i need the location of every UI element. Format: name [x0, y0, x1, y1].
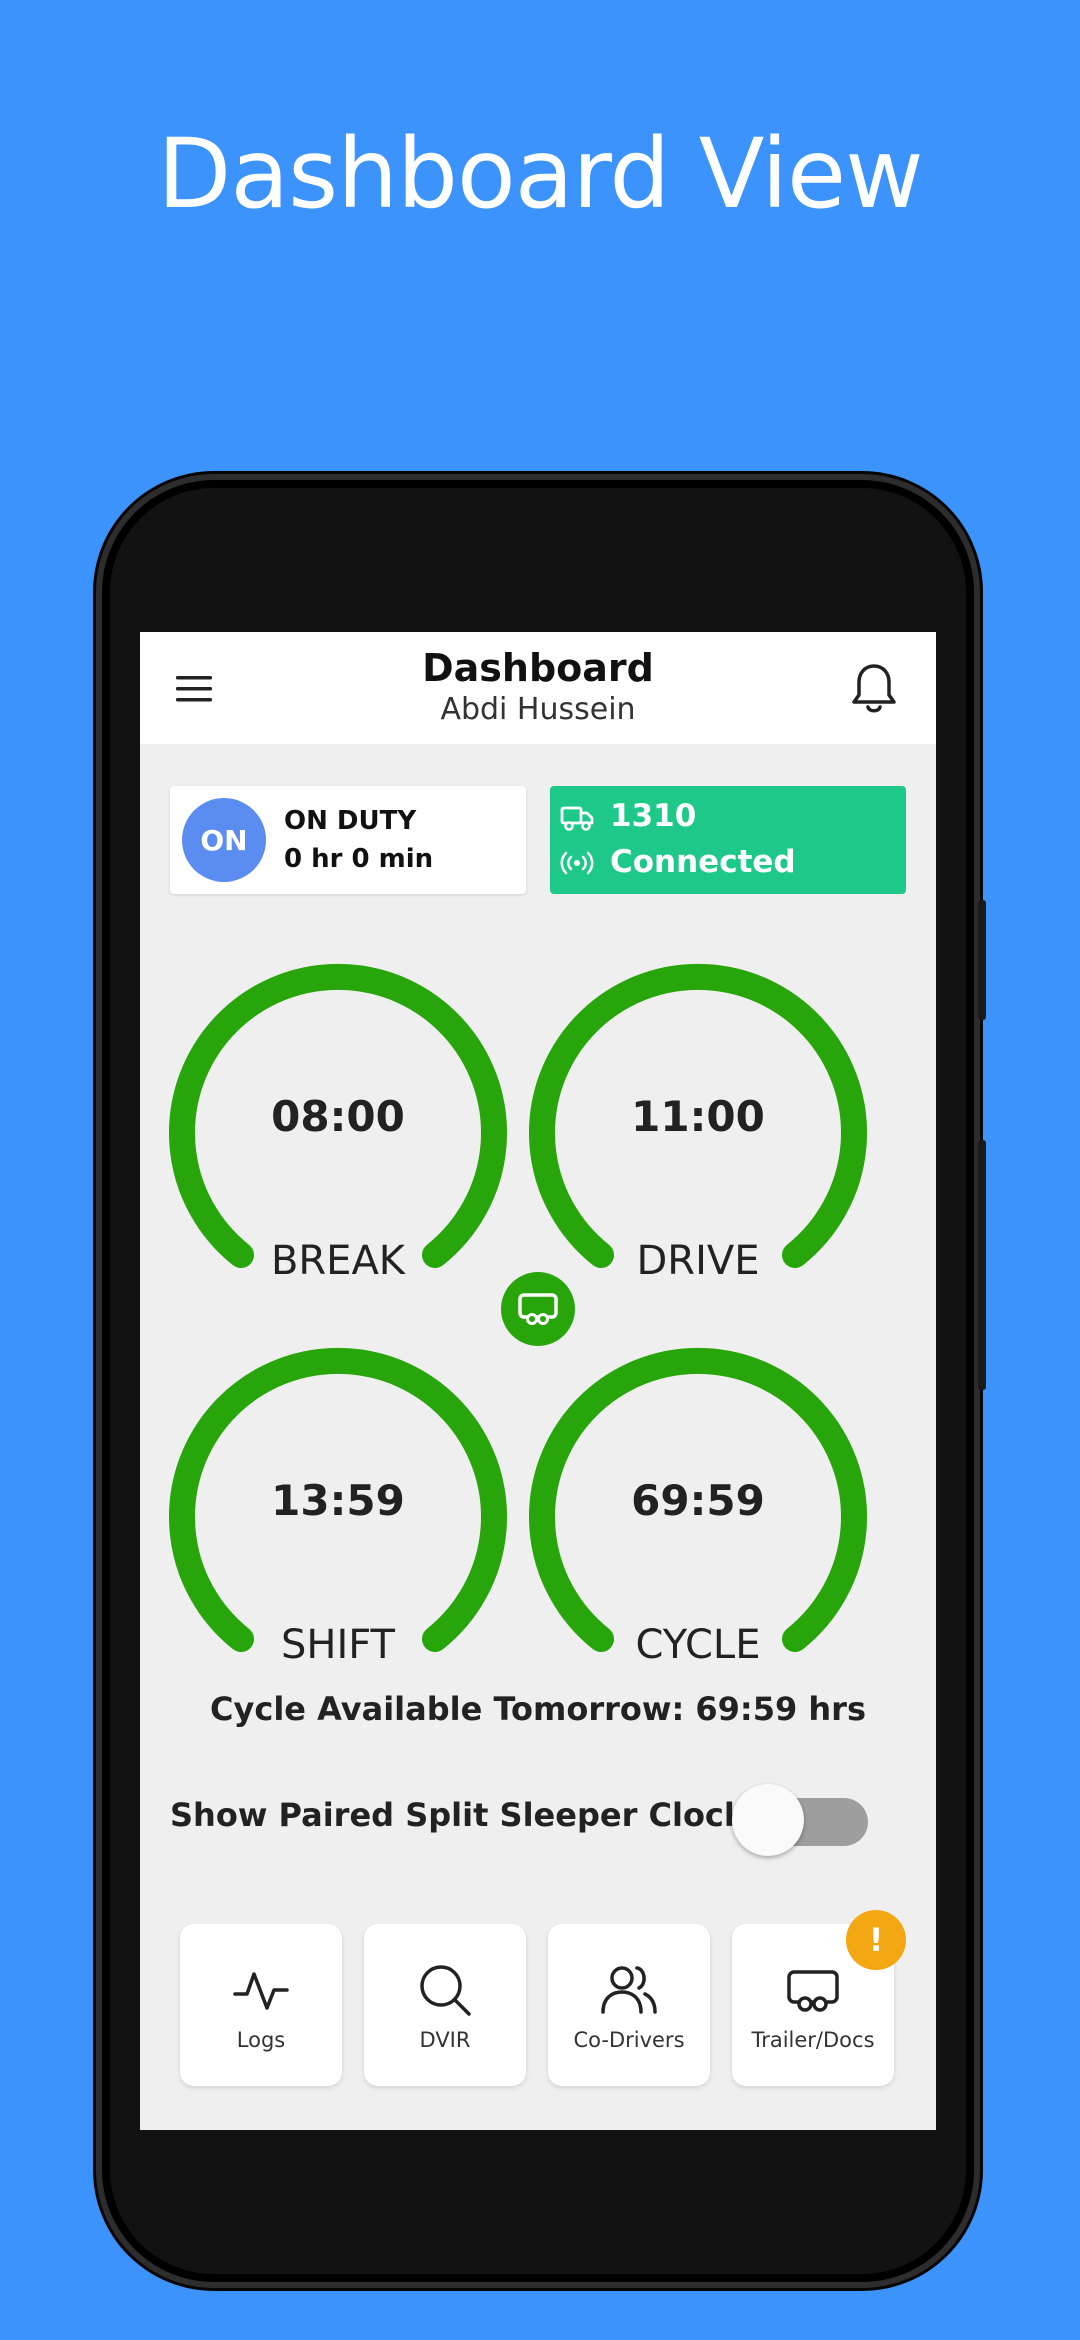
shift-gauge[interactable]: 13:59 SHIFT — [168, 1336, 508, 1676]
page-headline: Dashboard View — [157, 118, 923, 230]
duty-status-card[interactable]: ON ON DUTY 0 hr 0 min — [170, 786, 526, 894]
cycle-gauge-label: CYCLE — [635, 1622, 761, 1668]
drive-gauge-value: 11:00 — [631, 1092, 765, 1141]
nav-trailer-docs-label: Trailer/Docs — [751, 2028, 875, 2052]
nav-dvir-button[interactable]: DVIR — [364, 1924, 526, 2086]
break-gauge-label: BREAK — [270, 1238, 406, 1284]
signal-broadcast-icon — [560, 851, 594, 875]
nav-co-drivers-label: Co-Drivers — [573, 2028, 685, 2052]
cycle-gauge-value: 69:59 — [631, 1476, 765, 1525]
phone-volume-button — [978, 900, 986, 1020]
break-gauge[interactable]: 08:00 BREAK — [168, 952, 508, 1292]
truck-icon — [560, 806, 594, 831]
nav-dvir-label: DVIR — [419, 2028, 471, 2052]
search-icon — [420, 1965, 471, 2016]
cycle-gauge[interactable]: 69:59 CYCLE — [528, 1336, 868, 1676]
shift-gauge-value: 13:59 — [271, 1476, 405, 1525]
connection-status: Connected — [610, 844, 796, 880]
break-gauge-value: 08:00 — [271, 1092, 405, 1141]
drive-gauge[interactable]: 11:00 DRIVE — [528, 952, 868, 1292]
split-sleeper-label: Show Paired Split Sleeper Clocks — [170, 1796, 765, 1834]
app-screen: Dashboard Abdi Hussein ON ON DUTY 0 hr 0… — [140, 632, 936, 2130]
app-bar: Dashboard Abdi Hussein — [140, 632, 936, 744]
duty-time: 0 hr 0 min — [284, 844, 434, 874]
split-sleeper-toggle-knob[interactable] — [732, 1784, 804, 1856]
users-icon — [601, 1966, 657, 2014]
driver-name: Abdi Hussein — [440, 692, 636, 727]
bell-icon[interactable] — [850, 662, 898, 716]
truck-number: 1310 — [610, 798, 697, 834]
nav-co-drivers-button[interactable]: Co-Drivers — [548, 1924, 710, 2086]
duty-badge: ON — [182, 798, 266, 882]
connection-card[interactable]: 1310 Connected — [550, 786, 906, 894]
nav-logs-button[interactable]: Logs — [180, 1924, 342, 2086]
screen-title: Dashboard — [422, 646, 654, 690]
cycle-available-tomorrow: Cycle Available Tomorrow: 69:59 hrs — [210, 1690, 866, 1728]
phone-power-button — [978, 1140, 986, 1390]
nav-logs-label: Logs — [236, 2028, 286, 2052]
duty-status-label: ON DUTY — [284, 806, 417, 836]
trailer-icon — [518, 1293, 558, 1325]
trailer-icon — [787, 1970, 839, 2012]
drive-gauge-label: DRIVE — [636, 1238, 760, 1284]
shift-gauge-label: SHIFT — [280, 1622, 395, 1668]
trailer-status-button[interactable] — [501, 1272, 575, 1346]
trailer-docs-alert-badge[interactable]: ! — [846, 1910, 906, 1970]
activity-icon — [233, 1972, 289, 2010]
